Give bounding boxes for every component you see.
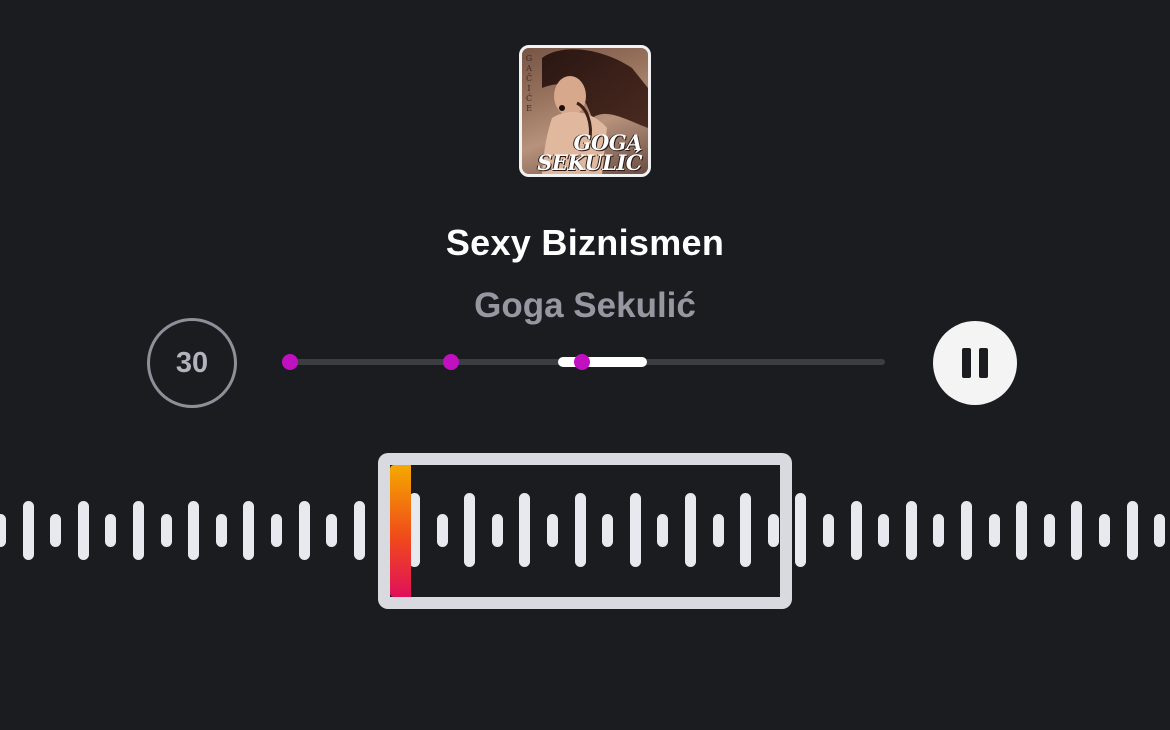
seek-marker[interactable] — [442, 354, 459, 370]
waveform-bar — [353, 500, 365, 560]
album-art: GAČIĆE GOGA SEKULIĆ — [519, 45, 651, 177]
waveform-bar — [1043, 513, 1055, 547]
waveform-bar — [988, 513, 1000, 547]
waveform-bar — [105, 513, 117, 547]
waveform-bar — [77, 500, 89, 560]
waveform-bar — [1016, 500, 1028, 560]
playhead[interactable] — [390, 465, 411, 597]
waveform-bar — [1126, 500, 1138, 560]
waveform-bar — [905, 500, 917, 560]
waveform-bar — [271, 513, 282, 547]
skip-30-label: 30 — [175, 346, 209, 379]
waveform-bar — [326, 513, 338, 547]
waveform-bar — [22, 500, 34, 560]
waveform-bar — [1154, 513, 1166, 547]
album-art-last-name: SEKULIĆ — [537, 150, 642, 175]
pause-icon-bar — [979, 348, 988, 378]
waveform-bar — [188, 500, 200, 560]
album-art-side-text: GAČIĆE — [525, 54, 533, 113]
seek-marker[interactable] — [282, 354, 298, 370]
waveform-bar — [50, 513, 62, 547]
waveform-bar — [160, 513, 172, 547]
trim-screen: GAČIĆE GOGA SEKULIĆ Sexy Biznismen Goga … — [0, 0, 1170, 730]
song-title: Sexy Biznismen — [445, 222, 725, 263]
pause-icon — [962, 348, 971, 378]
waveform-bar — [298, 500, 310, 560]
waveform-bar — [878, 513, 890, 547]
seek-marker[interactable] — [573, 354, 590, 370]
waveform-bar — [823, 513, 834, 547]
waveform-bar — [795, 493, 807, 567]
waveform-bar — [850, 500, 862, 560]
waveform-bar — [933, 513, 945, 547]
skip-30-button[interactable]: 30 — [147, 318, 237, 408]
seek-selection-window[interactable] — [557, 357, 647, 367]
waveform-bar — [133, 500, 144, 560]
waveform-bar — [1071, 500, 1083, 560]
selection-area — [390, 465, 780, 597]
waveform-bar — [1099, 513, 1110, 547]
seek-bar[interactable] — [282, 354, 885, 370]
waveform-bar — [215, 513, 227, 547]
waveform-bar — [0, 513, 6, 547]
waveform-bar — [961, 500, 972, 560]
pause-button[interactable] — [933, 321, 1017, 405]
selection-frame[interactable] — [378, 453, 792, 609]
waveform-bar — [243, 500, 255, 560]
